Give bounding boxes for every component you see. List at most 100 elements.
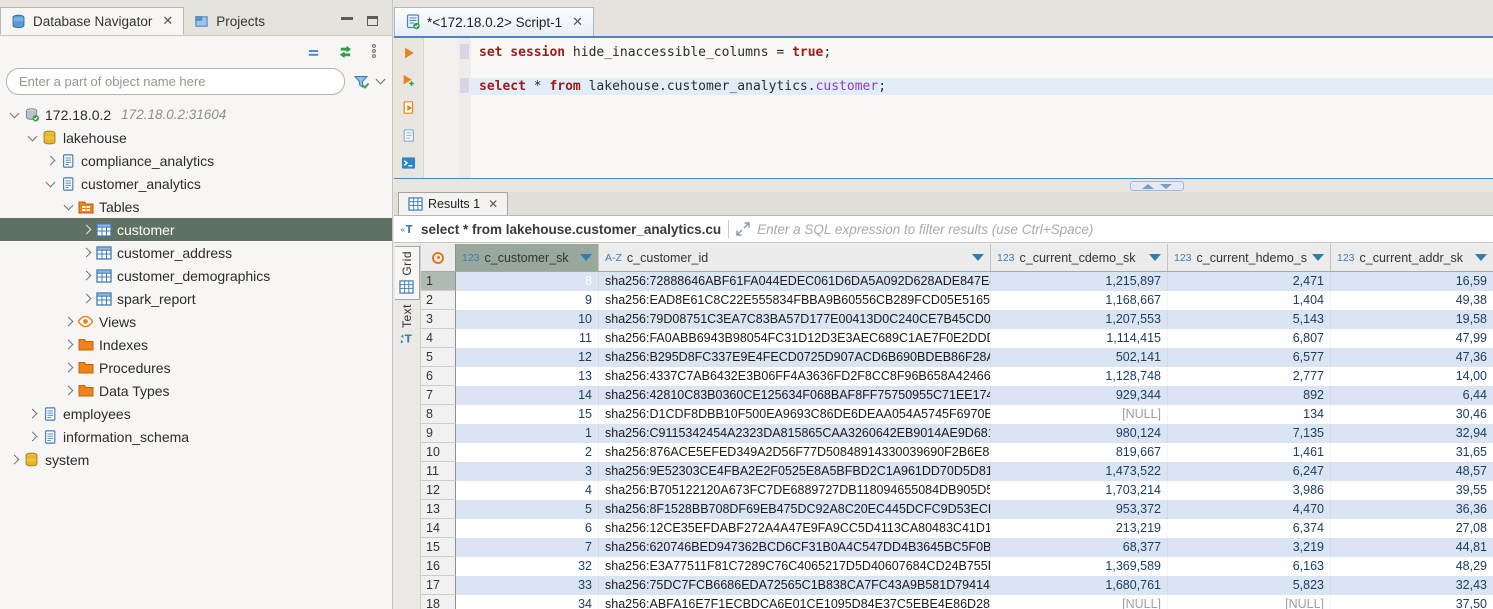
grid-cell[interactable]: 34: [456, 595, 599, 609]
grid-cell[interactable]: [NULL]: [1168, 595, 1331, 609]
link-editor-icon[interactable]: [337, 44, 354, 59]
filter-icon[interactable]: [353, 74, 369, 90]
collapse-chevron-icon[interactable]: [45, 177, 55, 187]
grid-cell[interactable]: 1,369,589: [991, 557, 1168, 576]
column-dropdown-icon[interactable]: [972, 254, 984, 261]
grid-cell[interactable]: 33: [456, 576, 599, 595]
column-header-c-customer-sk[interactable]: 123c_customer_sk: [456, 244, 599, 271]
grid-cell[interactable]: 929,344: [991, 386, 1168, 405]
grid-cell[interactable]: 1,168,667: [991, 291, 1168, 310]
execute-script-icon[interactable]: [402, 100, 416, 115]
tree-item-procedures[interactable]: Procedures: [0, 356, 392, 379]
grid-cell[interactable]: 1,215,897: [991, 272, 1168, 291]
row-header[interactable]: 10: [421, 443, 456, 462]
grid-cell[interactable]: sha256:4337C7AB6432E3B06FF4A3636FD2F8CC8…: [599, 367, 991, 386]
collapse-chevron-icon[interactable]: [27, 131, 37, 141]
row-header[interactable]: 14: [421, 519, 456, 538]
grid-cell[interactable]: 3,219: [1168, 538, 1331, 557]
grid-cell[interactable]: 3,986: [1168, 481, 1331, 500]
view-menu-icon[interactable]: [370, 43, 378, 59]
grid-cell[interactable]: 5: [456, 500, 599, 519]
tree-item-data-types[interactable]: Data Types: [0, 379, 392, 402]
grid-cell[interactable]: 4: [456, 481, 599, 500]
grid-cell[interactable]: 6,577: [1168, 348, 1331, 367]
editor-results-sash[interactable]: [394, 178, 1493, 192]
grid-cell[interactable]: 6: [456, 519, 599, 538]
row-header[interactable]: 6: [421, 367, 456, 386]
expand-chevron-icon[interactable]: [81, 271, 91, 281]
presentation-tab-grid[interactable]: Grid: [395, 246, 420, 300]
grid-cell[interactable]: 12: [456, 348, 599, 367]
column-dropdown-icon[interactable]: [1312, 254, 1324, 261]
tree-item-information-schema[interactable]: information_schema: [0, 425, 392, 448]
grid-cell[interactable]: [NULL]: [991, 595, 1168, 609]
expand-icon[interactable]: [736, 222, 750, 236]
grid-cell[interactable]: 47,36: [1331, 348, 1493, 367]
grid-cell[interactable]: 16,59: [1331, 272, 1493, 291]
grid-cell[interactable]: 6,807: [1168, 329, 1331, 348]
grid-cell[interactable]: 9: [456, 291, 599, 310]
grid-cell[interactable]: sha256:EAD8E61C8C22E555834FBBA9B60556CB2…: [599, 291, 991, 310]
tree-item-compliance-analytics[interactable]: compliance_analytics: [0, 149, 392, 172]
column-header-c-current-hdemo-sk[interactable]: 123c_current_hdemo_sk: [1168, 244, 1331, 271]
expand-chevron-icon[interactable]: [63, 317, 73, 327]
grid-cell[interactable]: 819,667: [991, 443, 1168, 462]
grid-cell[interactable]: 48,57: [1331, 462, 1493, 481]
expand-chevron-icon[interactable]: [81, 225, 91, 235]
grid-cell[interactable]: 19,58: [1331, 310, 1493, 329]
row-header[interactable]: 3: [421, 310, 456, 329]
row-header[interactable]: 1: [421, 272, 456, 291]
grid-cell[interactable]: 1,128,748: [991, 367, 1168, 386]
grid-cell[interactable]: 1,404: [1168, 291, 1331, 310]
grid-cell[interactable]: 3: [456, 462, 599, 481]
tree-item-indexes[interactable]: Indexes: [0, 333, 392, 356]
grid-cell[interactable]: 36,36: [1331, 500, 1493, 519]
grid-cell[interactable]: 27,08: [1331, 519, 1493, 538]
close-icon[interactable]: ✕: [488, 197, 498, 211]
grid-cell[interactable]: 13: [456, 367, 599, 386]
grid-corner-cell[interactable]: [421, 244, 456, 271]
row-header[interactable]: 11: [421, 462, 456, 481]
collapse-chevron-icon[interactable]: [63, 200, 73, 210]
code-area[interactable]: set session hide_inaccessible_columns = …: [471, 38, 1493, 178]
grid-cell[interactable]: 1,680,761: [991, 576, 1168, 595]
tree-item-employees[interactable]: employees: [0, 402, 392, 425]
expand-chevron-icon[interactable]: [9, 455, 19, 465]
collapse-down-icon[interactable]: [1160, 184, 1172, 189]
grid-cell[interactable]: 37,50: [1331, 595, 1493, 609]
sql-console-icon[interactable]: [401, 156, 416, 170]
maximize-icon[interactable]: [367, 16, 378, 26]
minimize-icon[interactable]: [341, 17, 353, 20]
grid-cell[interactable]: 1,207,553: [991, 310, 1168, 329]
grid-cell[interactable]: 6,247: [1168, 462, 1331, 481]
tree-item-customer-address[interactable]: customer_address: [0, 241, 392, 264]
grid-cell[interactable]: 5,823: [1168, 576, 1331, 595]
expand-chevron-icon[interactable]: [63, 340, 73, 350]
grid-cell[interactable]: 49,38: [1331, 291, 1493, 310]
expand-chevron-icon[interactable]: [81, 248, 91, 258]
grid-cell[interactable]: 39,55: [1331, 481, 1493, 500]
grid-cell[interactable]: sha256:FA0ABB6943B98054FC31D12D3E3AEC689…: [599, 329, 991, 348]
presentation-tab-text[interactable]: TextT: [395, 300, 420, 351]
tree-item-tables[interactable]: Tables: [0, 195, 392, 218]
row-header[interactable]: 18: [421, 595, 456, 609]
column-dropdown-icon[interactable]: [1475, 254, 1487, 261]
result-grid[interactable]: 123c_customer_skA-Zc_customer_id 123c_cur…: [421, 244, 1493, 609]
grid-cell[interactable]: sha256:79D08751C3EA7C83BA57D177E00413D0C…: [599, 310, 991, 329]
grid-cell[interactable]: sha256:D1CDF8DBB10F500EA9693C86DE6DEAA05…: [599, 405, 991, 424]
grid-cell[interactable]: 4,470: [1168, 500, 1331, 519]
grid-cell[interactable]: sha256:620746BED947362BCD6CF31B0A4C547DD…: [599, 538, 991, 557]
expand-chevron-icon[interactable]: [63, 386, 73, 396]
column-header-c-customer-id[interactable]: A-Zc_customer_id: [599, 244, 991, 271]
expand-chevron-icon[interactable]: [27, 409, 37, 419]
grid-cell[interactable]: sha256:42810C83B0360CE125634F068BAF8FF75…: [599, 386, 991, 405]
grid-cell[interactable]: sha256:9E52303CE4FBA2E2F0525E8A5BFBD2C1A…: [599, 462, 991, 481]
filter-expression-input[interactable]: Enter a SQL expression to filter results…: [757, 222, 1093, 237]
grid-cell[interactable]: 892: [1168, 386, 1331, 405]
grid-cell[interactable]: 32,94: [1331, 424, 1493, 443]
grid-cell[interactable]: 11: [456, 329, 599, 348]
grid-cell[interactable]: sha256:B295D8FC337E9E4FECD0725D907ACD6B6…: [599, 348, 991, 367]
grid-cell[interactable]: 14: [456, 386, 599, 405]
grid-cell[interactable]: sha256:72888646ABF61FA044EDEC061D6DA5A09…: [599, 272, 991, 291]
grid-cell[interactable]: sha256:12CE35EFDABF272A4A47E9FA9CC5D4113…: [599, 519, 991, 538]
